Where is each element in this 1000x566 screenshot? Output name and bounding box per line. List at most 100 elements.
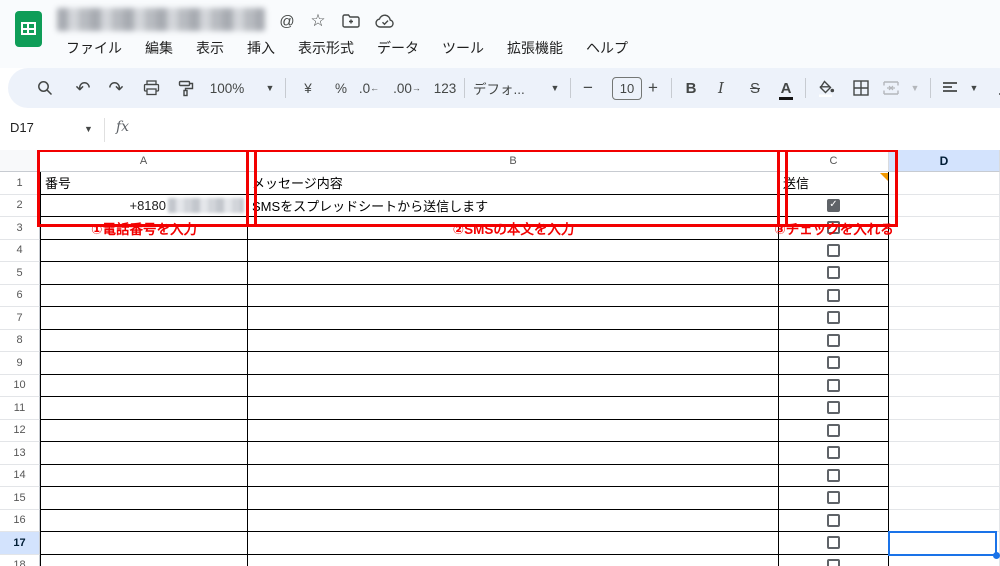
cell-C18[interactable] bbox=[779, 554, 889, 566]
cell-A14[interactable] bbox=[40, 464, 248, 487]
grid-corner[interactable] bbox=[0, 150, 40, 172]
cell-C9[interactable] bbox=[779, 352, 889, 375]
row-header-2[interactable]: 2 bbox=[0, 194, 40, 217]
undo-icon[interactable]: ↶ bbox=[69, 74, 97, 102]
increase-decimal-button[interactable]: .00 → bbox=[390, 74, 424, 102]
cell-A6[interactable] bbox=[40, 284, 248, 307]
row-header-6[interactable]: 6 bbox=[0, 284, 40, 307]
send-checkbox-checked[interactable]: ✓ bbox=[827, 198, 840, 212]
font-size-input[interactable]: 10 bbox=[612, 77, 642, 100]
cell-B15[interactable] bbox=[248, 487, 779, 510]
redo-icon[interactable]: ↷ bbox=[102, 74, 130, 102]
align-dropdown-arrow[interactable]: ▼ bbox=[960, 74, 988, 102]
cell-D9[interactable] bbox=[889, 352, 1000, 375]
row-header-11[interactable]: 11 bbox=[0, 397, 40, 420]
cell-B12[interactable] bbox=[248, 419, 779, 442]
mention-icon[interactable]: @ bbox=[276, 10, 298, 32]
send-checkbox-unchecked[interactable] bbox=[827, 513, 840, 527]
cell-A1[interactable]: 番号 bbox=[40, 172, 248, 195]
row-header-15[interactable]: 15 bbox=[0, 487, 40, 510]
increase-font-size-button[interactable]: + bbox=[639, 74, 667, 102]
cell-B1[interactable]: メッセージ内容 bbox=[248, 172, 779, 195]
cell-A3[interactable] bbox=[40, 217, 248, 240]
fill-handle[interactable] bbox=[993, 551, 1000, 559]
cell-A5[interactable] bbox=[40, 262, 248, 285]
cell-B9[interactable] bbox=[248, 352, 779, 375]
row-header-17[interactable]: 17 bbox=[0, 532, 40, 555]
zoom-control[interactable]: 100% bbox=[204, 74, 250, 102]
cell-D18[interactable] bbox=[889, 554, 1000, 566]
cell-D13[interactable] bbox=[889, 442, 1000, 465]
cell-A18[interactable] bbox=[40, 554, 248, 566]
paint-format-icon[interactable] bbox=[172, 74, 200, 102]
cell-C6[interactable] bbox=[779, 284, 889, 307]
menu-item-2[interactable]: 表示 bbox=[196, 38, 224, 60]
menu-item-5[interactable]: データ bbox=[377, 38, 419, 60]
send-checkbox-unchecked[interactable] bbox=[827, 446, 840, 460]
cell-B10[interactable] bbox=[248, 374, 779, 397]
send-checkbox-unchecked[interactable] bbox=[827, 536, 840, 550]
row-header-9[interactable]: 9 bbox=[0, 352, 40, 375]
cell-B4[interactable] bbox=[248, 239, 779, 262]
cell-C13[interactable] bbox=[779, 442, 889, 465]
cell-D4[interactable] bbox=[889, 239, 1000, 262]
decrease-font-size-button[interactable]: − bbox=[574, 74, 602, 102]
row-header-14[interactable]: 14 bbox=[0, 464, 40, 487]
more-formats-button[interactable]: 123 bbox=[431, 74, 459, 102]
cell-B14[interactable] bbox=[248, 464, 779, 487]
cell-C4[interactable] bbox=[779, 239, 889, 262]
send-checkbox-unchecked[interactable] bbox=[827, 558, 840, 566]
send-checkbox-unchecked[interactable] bbox=[827, 288, 840, 302]
cell-A10[interactable] bbox=[40, 374, 248, 397]
sheets-logo-icon[interactable] bbox=[15, 11, 42, 47]
cell-D1[interactable] bbox=[889, 172, 1000, 195]
note-indicator-icon[interactable] bbox=[880, 173, 888, 181]
row-header-1[interactable]: 1 bbox=[0, 172, 40, 195]
cell-D16[interactable] bbox=[889, 509, 1000, 532]
cell-C5[interactable] bbox=[779, 262, 889, 285]
cell-B18[interactable] bbox=[248, 554, 779, 566]
cell-A8[interactable] bbox=[40, 329, 248, 352]
cell-A12[interactable] bbox=[40, 419, 248, 442]
row-header-8[interactable]: 8 bbox=[0, 329, 40, 352]
menu-item-3[interactable]: 挿入 bbox=[247, 38, 275, 60]
print-icon[interactable] bbox=[137, 74, 165, 102]
cell-D15[interactable] bbox=[889, 487, 1000, 510]
borders-icon[interactable] bbox=[847, 74, 875, 102]
send-checkbox-unchecked[interactable] bbox=[827, 333, 840, 347]
menu-item-4[interactable]: 表示形式 bbox=[298, 38, 354, 60]
italic-button[interactable]: I bbox=[707, 74, 735, 102]
cell-A7[interactable] bbox=[40, 307, 248, 330]
bold-button[interactable]: B bbox=[677, 74, 705, 102]
cell-B16[interactable] bbox=[248, 509, 779, 532]
cell-A15[interactable] bbox=[40, 487, 248, 510]
cell-D2[interactable] bbox=[889, 194, 1000, 217]
cell-B3[interactable] bbox=[248, 217, 779, 240]
menu-item-0[interactable]: ファイル bbox=[66, 38, 122, 60]
cell-B17[interactable] bbox=[248, 532, 779, 555]
cell-D6[interactable] bbox=[889, 284, 1000, 307]
menu-item-7[interactable]: 拡張機能 bbox=[507, 38, 563, 60]
cell-C11[interactable] bbox=[779, 397, 889, 420]
send-checkbox-unchecked[interactable] bbox=[827, 356, 840, 370]
strikethrough-button[interactable]: S bbox=[741, 74, 769, 102]
font-menu[interactable]: デフォ... bbox=[473, 74, 535, 102]
row-header-18[interactable]: 18 bbox=[0, 554, 40, 566]
menu-item-6[interactable]: ツール bbox=[442, 38, 484, 60]
column-header-C[interactable]: C bbox=[779, 150, 889, 172]
send-checkbox-unchecked[interactable] bbox=[827, 491, 840, 505]
cell-D11[interactable] bbox=[889, 397, 1000, 420]
column-header-A[interactable]: A bbox=[40, 150, 248, 172]
cell-A11[interactable] bbox=[40, 397, 248, 420]
star-icon[interactable]: ☆ bbox=[307, 10, 329, 32]
document-title-redacted[interactable] bbox=[57, 8, 265, 31]
name-box[interactable]: D17 bbox=[10, 120, 70, 135]
cell-A17[interactable] bbox=[40, 532, 248, 555]
send-checkbox-unchecked[interactable] bbox=[827, 221, 840, 235]
cell-C8[interactable] bbox=[779, 329, 889, 352]
cell-A4[interactable] bbox=[40, 239, 248, 262]
cell-D12[interactable] bbox=[889, 419, 1000, 442]
row-header-7[interactable]: 7 bbox=[0, 307, 40, 330]
menu-item-8[interactable]: ヘルプ bbox=[586, 38, 628, 60]
cell-C12[interactable] bbox=[779, 419, 889, 442]
